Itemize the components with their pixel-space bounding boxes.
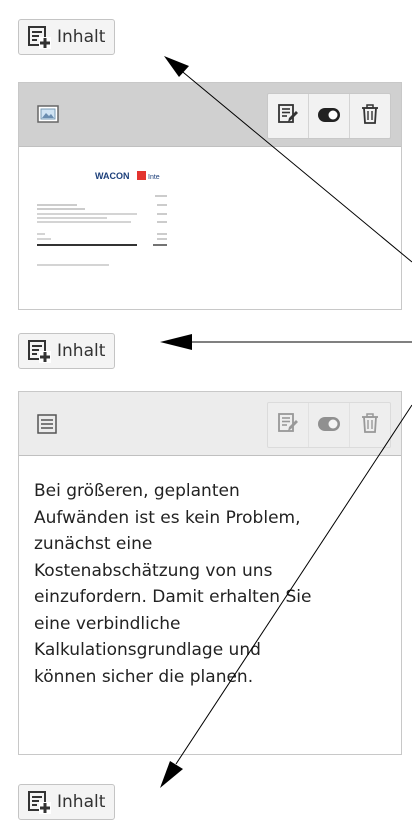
preview-logo-text: WACON <box>95 171 130 181</box>
edit-icon <box>278 104 298 128</box>
content-element-text: Bei größeren, geplanten Aufwänden ist es… <box>18 391 402 755</box>
element-toolbar <box>267 93 391 139</box>
toggle-icon <box>318 416 340 435</box>
delete-button[interactable] <box>350 94 390 138</box>
add-content-icon <box>27 790 51 814</box>
add-content-button-top[interactable]: Inhalt <box>18 19 116 55</box>
add-content-icon <box>27 25 51 49</box>
add-content-label: Inhalt <box>57 27 106 47</box>
content-element-image: WACON Inte <box>18 82 402 310</box>
toggle-visibility-button[interactable] <box>309 94 350 138</box>
image-icon <box>37 105 59 127</box>
annotation-arrow-middle <box>160 334 412 350</box>
edit-icon <box>278 413 298 437</box>
content-element-header <box>19 392 401 456</box>
text-document-icon <box>37 414 57 438</box>
content-element-header <box>19 83 401 147</box>
trash-icon <box>361 104 379 128</box>
trash-icon <box>361 413 379 437</box>
add-content-button-bottom[interactable]: Inhalt <box>18 784 116 820</box>
toggle-visibility-button[interactable] <box>309 403 350 447</box>
image-preview[interactable]: WACON Inte <box>37 159 167 279</box>
edit-button[interactable] <box>268 94 309 138</box>
add-content-button-middle[interactable]: Inhalt <box>18 333 116 369</box>
content-element-text-body[interactable]: Bei größeren, geplanten Aufwänden ist es… <box>19 456 401 708</box>
toggle-icon <box>318 107 340 126</box>
edit-button[interactable] <box>268 403 309 447</box>
add-content-label: Inhalt <box>57 341 106 361</box>
preview-logo-badge: Inte <box>148 174 160 181</box>
content-element-body: WACON Inte <box>19 147 401 297</box>
add-content-icon <box>27 339 51 363</box>
delete-button[interactable] <box>350 403 390 447</box>
add-content-label: Inhalt <box>57 792 106 812</box>
element-toolbar <box>267 402 391 448</box>
